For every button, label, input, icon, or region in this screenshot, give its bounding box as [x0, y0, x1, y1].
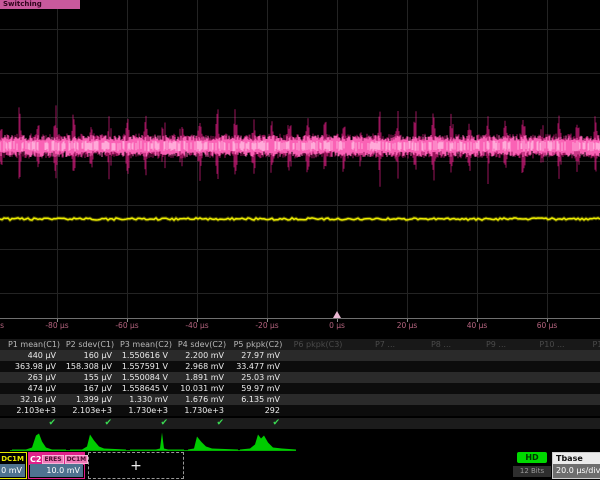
descriptor-bar: DC1M 0 mV C2 ERES DC1M 10.0 mV + HD 12 B… [0, 452, 600, 480]
axis-tick-label: -40 µs [185, 321, 208, 330]
trace-label-chip: Switching [0, 0, 80, 9]
timebase-descriptor[interactable]: Tbase 20.0 µs/div [552, 452, 600, 479]
waveform-svg[interactable] [0, 0, 600, 335]
channel-c1-descriptor[interactable]: DC1M 0 mV [0, 452, 27, 479]
measure-status-check: ✔ [62, 418, 112, 428]
measure-cell: 33.477 mV [230, 362, 280, 371]
measure-cell: 25.03 mV [230, 373, 280, 382]
measure-value-row: 440 µV 160 µV 1.550616 V 2.200 mV 27.97 mV [0, 350, 600, 361]
measure-status-check: ✔ [6, 418, 56, 428]
measure-value-row: 363.98 µV 158.308 µV 1.557591 V 2.968 mV 33.… [0, 361, 600, 372]
measure-cell: 1.399 µV [62, 395, 112, 404]
histicon[interactable] [12, 434, 66, 451]
measure-cell: 2.200 mV [174, 351, 224, 360]
measure-value-row: 474 µV 167 µV 1.558645 V 10.031 mV 59.97 mV [0, 383, 600, 394]
measure-col-header-dim[interactable]: P6 pkpk(C3) [294, 340, 343, 349]
measure-cell: 2.103e+3 [6, 406, 56, 415]
measure-col-header-dim[interactable]: P7 ... [375, 340, 395, 349]
measure-cell: 160 µV [62, 351, 112, 360]
measure-cell: 363.98 µV [6, 362, 56, 371]
trigger-position-icon[interactable] [333, 311, 341, 318]
measure-cell: 1.676 mV [174, 395, 224, 404]
histicon[interactable] [130, 433, 184, 451]
measure-cell: 1.558645 V [118, 384, 168, 393]
histicon[interactable] [188, 437, 238, 451]
hd-bits-label: 12 Bits [513, 466, 551, 477]
histicon[interactable] [240, 435, 296, 451]
measure-cell: 1.330 mV [118, 395, 168, 404]
axis-tick-label: -100 µs [0, 321, 4, 330]
axis-tick-label: 60 µs [537, 321, 558, 330]
measure-cell: 440 µV [6, 351, 56, 360]
measure-col-header-dim[interactable]: P9 ... [486, 340, 506, 349]
measure-cell: 10.031 mV [174, 384, 224, 393]
measure-header-row: P1 mean(C1)P2 sdev(C1)P3 mean(C2)P4 sdev… [0, 339, 600, 350]
measure-cell: 27.97 mV [230, 351, 280, 360]
axis-tick-label: -80 µs [45, 321, 68, 330]
hd-mode-badge[interactable]: HD [517, 452, 547, 463]
c1-vdiv-value: 0 mV [0, 464, 25, 477]
axis-tick-label: 20 µs [397, 321, 418, 330]
measure-cell: 1.730e+3 [118, 406, 168, 415]
measure-status-check: ✔ [118, 418, 168, 428]
measure-cell: 1.730e+3 [174, 406, 224, 415]
measure-cell: 2.103e+3 [62, 406, 112, 415]
measure-cell: 167 µV [62, 384, 112, 393]
measure-cell: 32.16 µV [6, 395, 56, 404]
c2-name-label: C2 [30, 455, 41, 464]
measure-cell: 155 µV [62, 373, 112, 382]
measure-cell: 1.550084 V [118, 373, 168, 382]
time-axis-labels: -100 µs -80 µs -60 µs -40 µs -20 µs 0 µs 20 µs… [0, 321, 600, 333]
measure-cell: 292 [230, 406, 280, 415]
measure-cell: 2.968 mV [174, 362, 224, 371]
measure-col-header[interactable]: P4 sdev(C2) [174, 340, 230, 349]
axis-tick-label: 0 µs [329, 321, 345, 330]
axis-tick-label: -60 µs [115, 321, 138, 330]
measure-col-header[interactable]: P3 mean(C2) [118, 340, 174, 349]
measure-col-header-dim[interactable]: P8 ... [431, 340, 451, 349]
c2-vdiv-value: 10.0 mV [30, 464, 83, 477]
axis-tick-label: -20 µs [255, 321, 278, 330]
measure-status-check: ✔ [174, 418, 224, 428]
oscilloscope-screen: Switching -100 µs -80 µs -60 µs -40 µs -20 µ… [0, 0, 600, 480]
measure-status-row: ✔ ✔ ✔ ✔ ✔ [0, 418, 600, 429]
c2-coupling-chip: DC1M [65, 455, 89, 464]
measure-cell: 1.891 mV [174, 373, 224, 382]
axis-tick-label: 40 µs [467, 321, 488, 330]
histicon[interactable] [70, 435, 126, 451]
c2-eres-chip: ERES [42, 455, 63, 464]
measure-col-header-dim[interactable]: P11 [592, 340, 600, 349]
measure-cell: 59.97 mV [230, 384, 280, 393]
measure-cell: 158.308 µV [62, 362, 112, 371]
measure-cell: 474 µV [6, 384, 56, 393]
measure-value-row: 32.16 µV 1.399 µV 1.330 mV 1.676 mV 6.135 mV [0, 394, 600, 405]
timebase-value: 20.0 µs/div [553, 464, 600, 478]
measure-status-check: ✔ [230, 418, 280, 428]
add-trace-button[interactable]: + [88, 452, 184, 479]
measure-cell: 1.557591 V [118, 362, 168, 371]
measure-cell: 1.550616 V [118, 351, 168, 360]
measure-col-header[interactable]: P5 pkpk(C2) [230, 340, 286, 349]
measure-col-header[interactable]: P1 mean(C1) [6, 340, 62, 349]
measure-col-header-dim[interactable]: P10 ... [539, 340, 564, 349]
measure-value-row: 263 µV 155 µV 1.550084 V 1.891 mV 25.03 mV [0, 372, 600, 383]
channel-c2-descriptor[interactable]: C2 ERES DC1M 10.0 mV [28, 452, 85, 479]
measure-cell: 263 µV [6, 373, 56, 382]
measure-col-header[interactable]: P2 sdev(C1) [62, 340, 118, 349]
measure-value-row: 2.103e+3 2.103e+3 1.730e+3 1.730e+3 292 [0, 405, 600, 416]
measure-cell: 6.135 mV [230, 395, 280, 404]
